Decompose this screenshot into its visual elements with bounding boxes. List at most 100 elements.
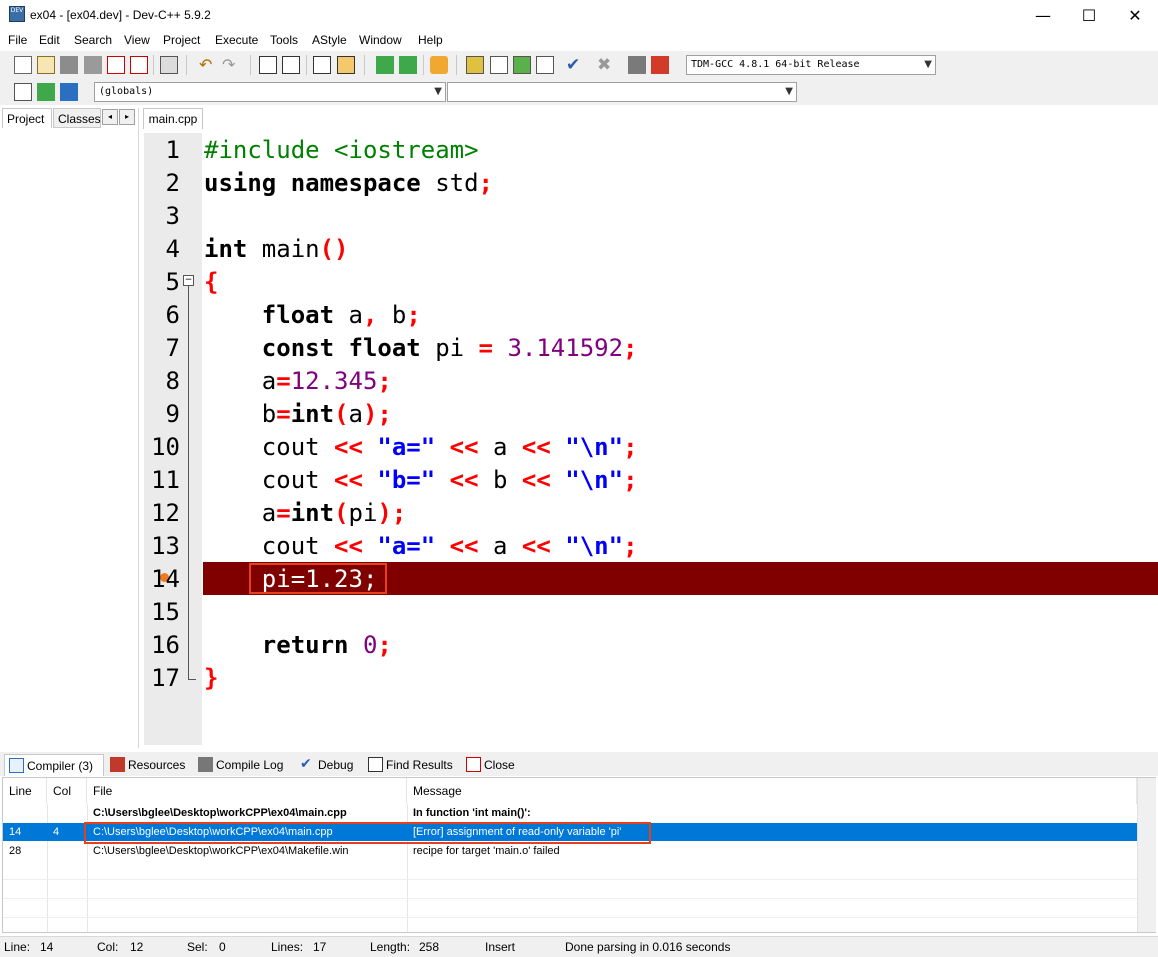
- code-token: "b=": [377, 466, 436, 494]
- code-line[interactable]: {: [204, 266, 218, 299]
- compile-icon[interactable]: [466, 56, 484, 74]
- code-token: =: [478, 334, 493, 362]
- status-length-value: 258: [419, 940, 440, 954]
- remove-from-project-icon[interactable]: [399, 56, 417, 74]
- close-file-icon[interactable]: [107, 56, 125, 74]
- maximize-button[interactable]: ☐: [1066, 0, 1112, 31]
- column-header-message[interactable]: Message: [407, 778, 1137, 804]
- menu-search[interactable]: Search: [74, 33, 112, 47]
- code-line[interactable]: pi=1.23;: [204, 563, 378, 596]
- menu-tools[interactable]: Tools: [270, 33, 298, 47]
- code-line[interactable]: a=int(pi);: [204, 497, 407, 530]
- tab-resources[interactable]: Resources: [106, 754, 192, 776]
- code-line[interactable]: cout << "a=" << a << "\n";: [204, 431, 638, 464]
- tab-debug[interactable]: ✔ Debug: [296, 754, 360, 776]
- code-token: pi=1.23;: [204, 565, 378, 593]
- menu-view[interactable]: View: [124, 33, 150, 47]
- menu-project[interactable]: Project: [163, 33, 200, 47]
- line-number: 17: [151, 664, 180, 692]
- open-project-icon[interactable]: [37, 56, 55, 74]
- toolbar-separator: [364, 55, 365, 75]
- function-select[interactable]: ▼: [447, 82, 797, 102]
- code-token: pi: [420, 334, 479, 362]
- cell-file: C:\Users\bglee\Desktop\workCPP\ex04\Make…: [93, 845, 349, 857]
- file-tab-main-cpp[interactable]: main.cpp: [143, 108, 203, 129]
- line-number: 4: [165, 235, 180, 263]
- tab-compile-log[interactable]: Compile Log: [194, 754, 292, 776]
- code-line[interactable]: cout << "a=" << a << "\n";: [204, 530, 638, 563]
- code-token: a: [478, 433, 522, 461]
- code-token: 0: [362, 631, 378, 659]
- code-line[interactable]: cout << "b=" << b << "\n";: [204, 464, 638, 497]
- insert-icon[interactable]: [14, 83, 32, 101]
- tab-classes[interactable]: Classes: [53, 108, 101, 128]
- column-header-file[interactable]: File: [87, 778, 407, 804]
- code-token: (: [334, 400, 349, 428]
- code-line[interactable]: b=int(a);: [204, 398, 392, 431]
- find-icon[interactable]: [259, 56, 277, 74]
- menu-file[interactable]: File: [8, 33, 27, 47]
- fold-marker-icon[interactable]: −: [183, 275, 194, 286]
- tab-find-results[interactable]: Find Results: [364, 754, 458, 776]
- code-token: ;: [623, 532, 638, 560]
- line-number: 7: [165, 334, 180, 362]
- close-window-button[interactable]: ✕: [1112, 0, 1158, 31]
- menu-astyle[interactable]: AStyle: [312, 33, 347, 47]
- code-line[interactable]: return 0;: [204, 629, 392, 662]
- code-line[interactable]: int main(): [204, 233, 349, 266]
- replace-icon[interactable]: [282, 56, 300, 74]
- code-token: b: [478, 466, 522, 494]
- delete-profile-icon[interactable]: [651, 56, 669, 74]
- code-token: <<: [449, 532, 479, 560]
- tab-project[interactable]: Project: [2, 108, 52, 128]
- menu-help[interactable]: Help: [418, 33, 443, 47]
- goto-line-icon[interactable]: [337, 56, 355, 74]
- code-line[interactable]: using namespace std;: [204, 167, 493, 200]
- column-header-col[interactable]: Col: [47, 778, 87, 804]
- scope-select[interactable]: (globals) ▼: [94, 82, 446, 102]
- save-icon[interactable]: [60, 56, 78, 74]
- redo-icon[interactable]: ↷: [222, 56, 240, 74]
- run-icon[interactable]: [490, 56, 508, 74]
- menu-window[interactable]: Window: [359, 33, 402, 47]
- code-token: using: [204, 169, 277, 197]
- tab-scroll-left-button[interactable]: ◂: [102, 109, 118, 125]
- code-line[interactable]: }: [204, 662, 218, 695]
- code-token: =: [276, 400, 291, 428]
- vertical-scrollbar[interactable]: [1137, 778, 1156, 932]
- print-icon[interactable]: [160, 56, 178, 74]
- code-line[interactable]: const float pi = 3.141592;: [204, 332, 638, 365]
- minimize-button[interactable]: —: [1020, 0, 1066, 31]
- project-options-icon[interactable]: [430, 56, 448, 74]
- tab-scroll-right-button[interactable]: ▸: [119, 109, 135, 125]
- table-row[interactable]: C:\Users\bglee\Desktop\workCPP\ex04\main…: [3, 804, 1137, 822]
- tab-compiler[interactable]: Compiler (3): [4, 754, 104, 776]
- table-row[interactable]: 28 C:\Users\bglee\Desktop\workCPP\ex04\M…: [3, 842, 1137, 860]
- goto-bookmark-icon[interactable]: [60, 83, 78, 101]
- compile-run-icon[interactable]: [513, 56, 531, 74]
- column-header-line[interactable]: Line: [3, 778, 47, 804]
- stop-execution-icon[interactable]: ✖: [597, 56, 615, 74]
- indent-icon[interactable]: [313, 56, 331, 74]
- toggle-bookmark-icon[interactable]: [37, 83, 55, 101]
- undo-icon[interactable]: ↶: [199, 56, 217, 74]
- code-line[interactable]: float a, b;: [204, 299, 421, 332]
- code-line[interactable]: a=12.345;: [204, 365, 392, 398]
- code-line[interactable]: #include <iostream>: [204, 134, 479, 167]
- close-all-icon[interactable]: [130, 56, 148, 74]
- profile-icon[interactable]: [628, 56, 646, 74]
- status-length-label: Length:: [370, 940, 411, 954]
- rebuild-icon[interactable]: [536, 56, 554, 74]
- new-file-icon[interactable]: [14, 56, 32, 74]
- add-to-project-icon[interactable]: [376, 56, 394, 74]
- tab-close[interactable]: Close: [462, 754, 522, 776]
- menu-edit[interactable]: Edit: [39, 33, 60, 47]
- status-sel-value: 0: [219, 940, 226, 954]
- save-all-icon[interactable]: [84, 56, 102, 74]
- compiler-select[interactable]: TDM-GCC 4.8.1 64-bit Release ▼: [686, 55, 936, 75]
- menu-execute[interactable]: Execute: [215, 33, 258, 47]
- syntax-check-icon[interactable]: ✔: [566, 56, 584, 74]
